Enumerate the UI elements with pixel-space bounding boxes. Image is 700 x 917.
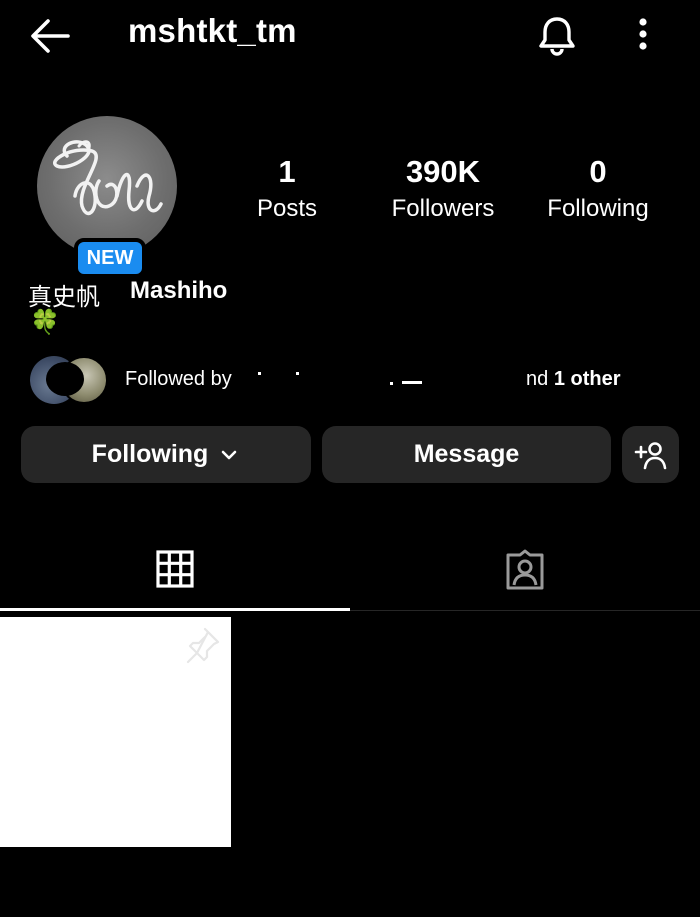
redaction-mark	[402, 381, 422, 384]
followed-by-count: 1 other	[553, 368, 621, 390]
posts-count: 1	[278, 154, 296, 189]
followed-by-others[interactable]: nd 1 other	[526, 368, 621, 391]
stat-posts[interactable]: 1 Posts	[212, 154, 362, 226]
profile-avatar[interactable]	[37, 116, 177, 256]
add-user-icon	[634, 441, 666, 469]
notifications-button[interactable]	[536, 14, 578, 56]
add-user-button[interactable]	[622, 426, 679, 483]
active-tab-indicator	[0, 608, 350, 611]
stat-following[interactable]: 0 Following	[523, 154, 673, 226]
bio-emoji: 🍀	[30, 309, 60, 336]
stat-followers[interactable]: 390K Followers	[368, 154, 518, 226]
more-options-button[interactable]	[628, 14, 658, 56]
followers-count: 390K	[405, 154, 481, 189]
new-badge: NEW	[74, 238, 146, 278]
posts-label: Posts	[256, 195, 318, 222]
grid-icon	[156, 550, 194, 588]
tab-divider	[350, 610, 700, 611]
message-button-label: Message	[413, 440, 520, 468]
message-button[interactable]: Message	[322, 426, 611, 483]
followers-label: Followers	[391, 195, 495, 222]
following-label: Following	[547, 195, 649, 222]
chevron-down-icon	[222, 450, 237, 459]
followed-by-suffix: nd	[526, 368, 549, 390]
profile-username: mshtkt_tm	[128, 12, 297, 49]
display-name-jp: 真史帆	[28, 284, 100, 311]
arrow-left-icon	[31, 19, 70, 53]
tab-tagged[interactable]	[504, 549, 546, 591]
redaction-mark	[296, 372, 299, 375]
display-name: Mashiho	[130, 277, 228, 304]
back-button[interactable]	[28, 16, 72, 56]
redaction-mark	[390, 382, 393, 385]
tagged-icon	[506, 549, 544, 590]
pin-icon	[183, 626, 221, 664]
following-button-label: Following	[91, 440, 209, 468]
following-button[interactable]: Following	[21, 426, 311, 483]
bell-icon	[539, 17, 575, 56]
tab-posts-grid[interactable]	[156, 550, 194, 588]
more-vertical-icon	[639, 18, 647, 50]
followed-by-text[interactable]: Followed by	[125, 368, 232, 391]
signature-image	[53, 140, 163, 216]
redaction-mark	[46, 362, 84, 396]
following-count: 0	[589, 154, 607, 189]
redaction-mark	[258, 372, 261, 375]
